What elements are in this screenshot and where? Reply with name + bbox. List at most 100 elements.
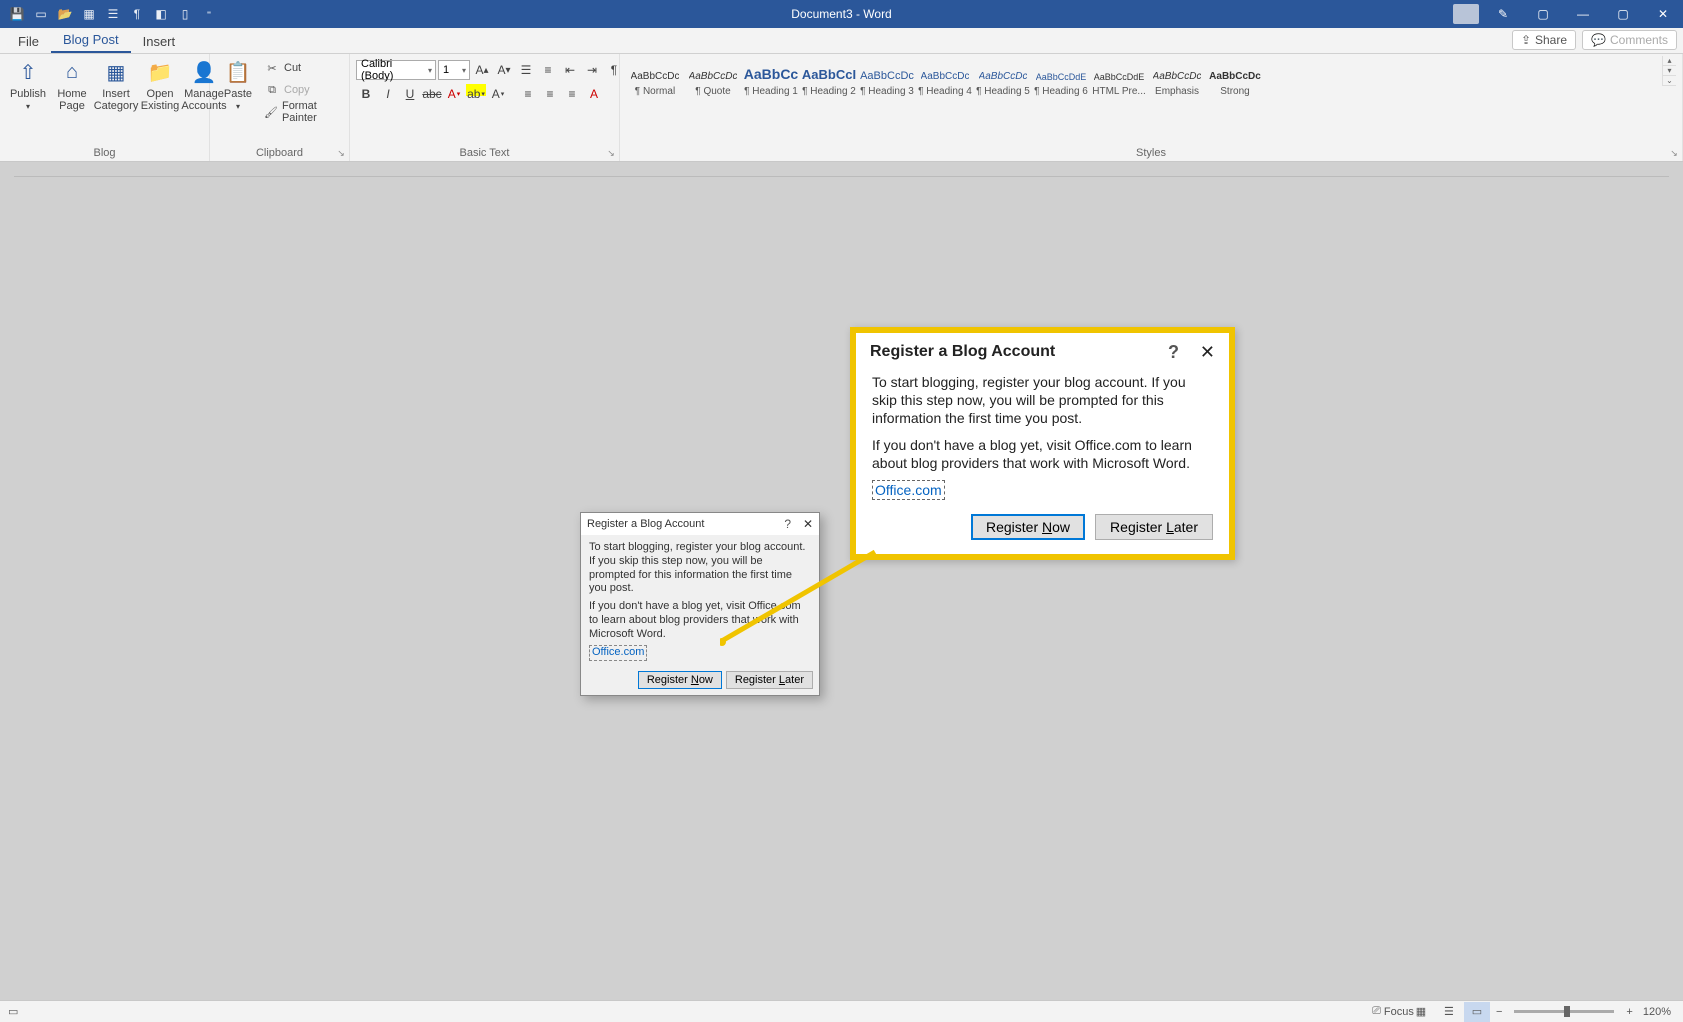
tab-file[interactable]: File [6, 30, 51, 53]
bullets-button[interactable]: ☰ [516, 60, 536, 80]
dialog-title: Register a Blog Account [587, 518, 704, 530]
italic-button[interactable]: I [378, 84, 398, 104]
style-item[interactable]: AaBbCcDdEHTML Pre... [1090, 58, 1148, 99]
category-icon: ▦ [102, 58, 130, 86]
align-left-button[interactable]: ≡ [518, 84, 538, 104]
underline-button[interactable]: U [400, 84, 420, 104]
callout-register-later-button[interactable]: Register Later [1095, 514, 1213, 540]
cut-icon: ✂ [264, 60, 280, 76]
font-size-combo[interactable]: 1 [438, 60, 470, 80]
group-label-basic-text: Basic Text [356, 145, 613, 161]
clipboard-launcher[interactable]: ↘ [335, 147, 347, 159]
save-icon[interactable]: 💾 [6, 3, 28, 25]
style-item[interactable]: AaBbCcDc¶ Heading 3 [858, 58, 916, 99]
toggle-icon[interactable]: ◧ [150, 3, 172, 25]
style-item[interactable]: AaBbCcDc¶ Heading 5 [974, 58, 1032, 99]
dialog-text-2: If you don't have a blog yet, visit Offi… [589, 600, 811, 641]
style-item[interactable]: AaBbCcDdE¶ Heading 6 [1032, 58, 1090, 99]
decrease-indent-button[interactable]: ⇤ [560, 60, 580, 80]
share-button[interactable]: ⇪Share [1512, 30, 1576, 50]
comment-icon: 💬 [1591, 33, 1606, 47]
user-avatar[interactable] [1453, 4, 1479, 24]
qat-customize-icon[interactable]: ⁼ [198, 3, 220, 25]
font-color-button[interactable]: A [444, 84, 464, 104]
web-layout-button[interactable]: ▭ [1464, 1002, 1490, 1022]
zoom-out-button[interactable]: − [1492, 1006, 1506, 1018]
strike-button[interactable]: abc [422, 84, 442, 104]
comments-button[interactable]: 💬Comments [1582, 30, 1677, 50]
style-item[interactable]: AaBbCcI¶ Heading 2 [800, 58, 858, 99]
table-icon[interactable]: ▦ [78, 3, 100, 25]
dialog-titlebar[interactable]: Register a Blog Account ? ✕ [581, 513, 819, 535]
styles-gallery[interactable]: AaBbCcDc¶ NormalAaBbCcDc¶ QuoteAaBbCc¶ H… [626, 56, 1662, 99]
page-edge [14, 176, 1669, 177]
style-item[interactable]: AaBbCc¶ Heading 1 [742, 58, 800, 99]
clear-format-button[interactable]: A [488, 84, 508, 104]
status-icon[interactable]: ▭ [8, 1005, 18, 1018]
copy-button[interactable]: ⧉Copy [264, 80, 339, 100]
basic-text-launcher[interactable]: ↘ [605, 147, 617, 159]
shrink-font-button[interactable]: A▾ [494, 60, 514, 80]
style-item[interactable]: AaBbCcDc¶ Quote [684, 58, 742, 99]
open-icon[interactable]: 📂 [54, 3, 76, 25]
tab-insert[interactable]: Insert [131, 30, 188, 53]
grow-font-button[interactable]: A▴ [472, 60, 492, 80]
cut-button[interactable]: ✂Cut [264, 58, 339, 78]
callout-close-button[interactable]: ✕ [1200, 342, 1215, 363]
home-icon: ⌂ [58, 58, 86, 86]
group-label-blog: Blog [6, 145, 203, 161]
page-icon[interactable]: ▯ [174, 3, 196, 25]
office-link[interactable]: Office.com [589, 645, 647, 661]
paste-button[interactable]: 📋Paste▾ [216, 56, 260, 113]
callout-title: Register a Blog Account [870, 343, 1055, 361]
align-center-button[interactable]: ≡ [540, 84, 560, 104]
zoom-level[interactable]: 120% [1639, 1006, 1675, 1018]
format-painter-icon: 🖌 [264, 104, 278, 120]
paste-icon: 📋 [224, 58, 252, 86]
zoom-in-button[interactable]: + [1622, 1006, 1636, 1018]
callout-titlebar[interactable]: Register a Blog Account ? ✕ [856, 333, 1229, 369]
styles-scroll-down[interactable]: ▾ [1663, 66, 1676, 76]
close-button[interactable]: ✕ [1643, 0, 1683, 28]
register-now-button[interactable]: Register Now [638, 671, 722, 689]
numbering-button[interactable]: ≡ [538, 60, 558, 80]
increase-indent-button[interactable]: ⇥ [582, 60, 602, 80]
insert-category-button[interactable]: ▦Insert Category [94, 56, 138, 114]
publish-button[interactable]: ⇧Publish▾ [6, 56, 50, 113]
row-icon[interactable]: ☰ [102, 3, 124, 25]
styles-expand[interactable]: ⌄ [1663, 76, 1676, 86]
register-later-button[interactable]: Register Later [726, 671, 813, 689]
callout-help-button[interactable]: ? [1168, 342, 1179, 363]
group-label-styles: Styles [626, 145, 1676, 161]
align-right-button[interactable]: ≡ [562, 84, 582, 104]
new-icon[interactable]: ▭ [30, 3, 52, 25]
open-existing-button[interactable]: 📁Open Existing [138, 56, 182, 114]
highlight-button[interactable]: ab [466, 84, 486, 104]
style-item[interactable]: AaBbCcDcStrong [1206, 58, 1264, 99]
home-page-button[interactable]: ⌂Home Page [50, 56, 94, 114]
style-item[interactable]: AaBbCcDc¶ Heading 4 [916, 58, 974, 99]
tab-blog-post[interactable]: Blog Post [51, 28, 131, 53]
styles-launcher[interactable]: ↘ [1668, 147, 1680, 159]
minimize-button[interactable]: ― [1563, 0, 1603, 28]
dialog-help-button[interactable]: ? [784, 517, 791, 531]
zoom-slider[interactable] [1514, 1010, 1614, 1013]
pen-icon[interactable]: ✎ [1483, 0, 1523, 28]
styles-scroll-up[interactable]: ▴ [1663, 56, 1676, 66]
ribbon-display-icon[interactable]: ▢ [1523, 0, 1563, 28]
pilcrow-icon[interactable]: ¶ [126, 3, 148, 25]
dialog-close-button[interactable]: ✕ [803, 517, 813, 531]
style-item[interactable]: AaBbCcDcEmphasis [1148, 58, 1206, 99]
focus-mode-button[interactable]: ⎚Focus [1380, 1002, 1406, 1022]
style-item[interactable]: AaBbCcDc¶ Normal [626, 58, 684, 99]
callout-office-link[interactable]: Office.com [872, 480, 945, 500]
bold-button[interactable]: B [356, 84, 376, 104]
print-layout-button[interactable]: ▦ [1408, 1002, 1434, 1022]
maximize-button[interactable]: ▢ [1603, 0, 1643, 28]
read-mode-button[interactable]: ☰ [1436, 1002, 1462, 1022]
clear-all-button[interactable]: A [584, 84, 604, 104]
font-name-combo[interactable]: Calibri (Body) [356, 60, 436, 80]
share-icon: ⇪ [1521, 33, 1531, 47]
format-painter-button[interactable]: 🖌Format Painter [264, 102, 339, 122]
callout-register-now-button[interactable]: Register Now [971, 514, 1085, 540]
